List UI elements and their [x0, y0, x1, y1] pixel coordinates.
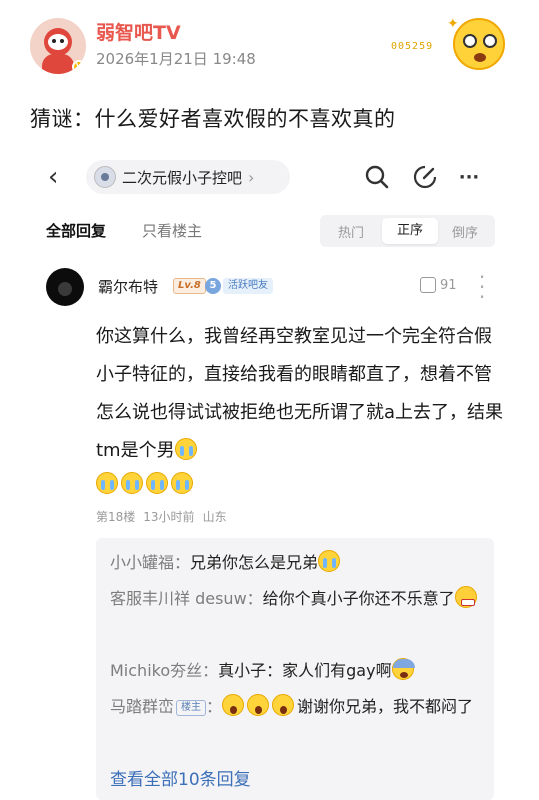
comment-text: 你这算什么，我曾经再空教室见过一个完全符合假小子特征的，直接给我看的眼睛都直了，…	[96, 326, 504, 461]
op-tag: 楼主	[176, 700, 207, 716]
reply-text: 谢谢你兄弟，我不都闷了	[297, 697, 474, 716]
shocked-emoji-icon	[272, 694, 295, 716]
more-icon[interactable]: ···	[454, 162, 484, 192]
shocked-emoji-icon	[222, 694, 245, 716]
crying-emoji-icon	[174, 438, 197, 460]
post-text: 猜谜：什么爱好者喜欢假的不喜欢真的	[30, 107, 396, 131]
reply-author[interactable]: 客服丰川祥 desuw	[110, 589, 247, 608]
reply-text: 给你个真小子你还不乐意了	[262, 589, 455, 608]
emoji-row	[96, 472, 196, 494]
reply-separator: ：	[202, 661, 219, 680]
edit-icon[interactable]	[410, 162, 440, 192]
sort-desc[interactable]: 倒序	[452, 222, 478, 241]
fan-level: 5	[205, 278, 221, 294]
thumbs-up-icon	[420, 277, 436, 293]
forum-name: 二次元假小子控吧	[122, 168, 243, 187]
sort-asc[interactable]: 正序	[382, 218, 438, 244]
tab-all-replies[interactable]: 全部回复	[46, 220, 106, 241]
shocked-emoji-sticker: 005259 ✦	[385, 14, 515, 74]
sticker-caption: 005259	[391, 41, 434, 52]
view-all-replies-link[interactable]: 查看全部10条回复	[110, 765, 251, 790]
crying-emoji-icon	[146, 472, 168, 494]
reply-item[interactable]: 马踏群峦 楼主： 谢谢你兄弟，我不都闷了	[110, 692, 490, 722]
chevron-right-icon: ›	[248, 167, 255, 187]
forum-name-pill[interactable]: 二次元假小子控吧 ›	[86, 160, 290, 194]
level-badge: Lv.8	[173, 278, 206, 294]
crying-emoji-icon	[96, 472, 118, 494]
commenter-avatar[interactable]	[46, 268, 84, 306]
reply-author[interactable]: Michiko夯丝	[110, 661, 202, 680]
reply-separator: ：	[246, 589, 263, 608]
crying-emoji-icon	[171, 472, 193, 494]
comment-more-icon[interactable]: · · ·	[477, 267, 487, 307]
tab-op-only[interactable]: 只看楼主	[142, 220, 202, 241]
angry-emoji-icon	[454, 586, 477, 608]
commenter-name[interactable]: 霸尔布特	[98, 276, 158, 297]
reply-author[interactable]: 小小罐福	[110, 553, 174, 572]
account-avatar[interactable]: V	[30, 18, 86, 74]
comment-body: 你这算什么，我曾经再空教室见过一个完全符合假小子特征的，直接给我看的眼睛都直了，…	[96, 318, 504, 470]
scared-emoji-icon	[391, 658, 415, 680]
crying-emoji-icon	[121, 472, 143, 494]
reply-item[interactable]: 客服丰川祥 desuw：给你个真小子你还不乐意了	[110, 584, 490, 614]
reply-separator: ：	[174, 553, 191, 572]
post-date: 2026年1月21日 19:48	[96, 50, 256, 68]
comment-meta: 第18楼 13小时前 山东	[96, 508, 235, 525]
fan-badge: 5 活跃吧友	[205, 277, 273, 295]
crying-emoji-icon	[318, 550, 341, 572]
like-button[interactable]: 91	[420, 277, 457, 293]
sort-segmented-control: 热门 正序 倒序	[320, 215, 495, 247]
account-name[interactable]: 弱智吧TV	[96, 18, 181, 45]
comment-time: 13小时前	[143, 510, 195, 524]
reply-text: 真小子：家人们有gay啊	[218, 661, 392, 680]
reply-separator: ：	[206, 697, 223, 716]
reply-item[interactable]: 小小罐福：兄弟你怎么是兄弟	[110, 548, 490, 578]
reply-author[interactable]: 马踏群峦	[110, 697, 174, 716]
fan-label: 活跃吧友	[223, 278, 273, 294]
back-icon[interactable]: ‹	[48, 162, 58, 192]
sort-hot[interactable]: 热门	[338, 222, 364, 241]
search-icon[interactable]	[362, 162, 392, 192]
shocked-emoji-icon	[247, 694, 270, 716]
verified-badge-icon: V	[72, 60, 86, 74]
like-count: 91	[440, 277, 457, 293]
comment-location: 山东	[202, 510, 227, 524]
reply-text: 兄弟你怎么是兄弟	[190, 553, 319, 572]
reply-item[interactable]: Michiko夯丝：真小子：家人们有gay啊	[110, 656, 490, 686]
forum-avatar-icon	[94, 166, 116, 188]
floor-number: 第18楼	[96, 510, 136, 524]
